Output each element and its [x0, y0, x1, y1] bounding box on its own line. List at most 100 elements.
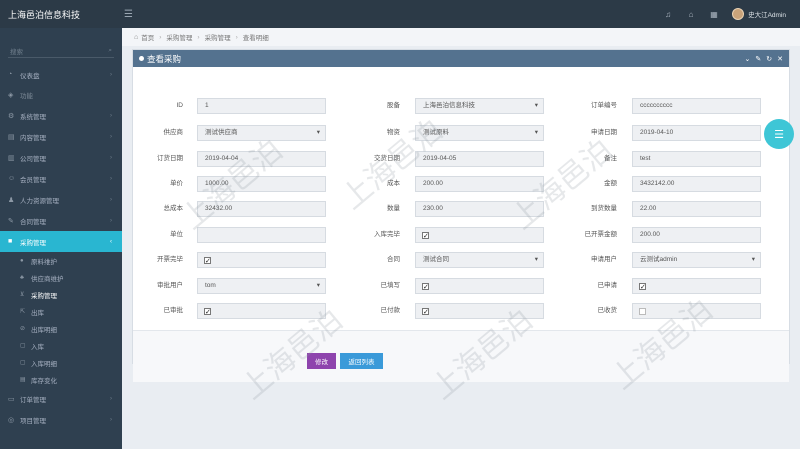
chevron-right-icon: ›	[110, 71, 112, 78]
arrived-qty-field[interactable]: 22.00	[632, 201, 761, 217]
chevron-right-icon: ›	[110, 154, 112, 161]
amount-field[interactable]: 3432142.00	[632, 176, 761, 192]
home-icon[interactable]: ⌂	[134, 34, 138, 41]
cost-label: 成本	[387, 180, 400, 187]
sidebar-section-function: ◈ 功能	[0, 85, 122, 105]
applied-checkbox[interactable]	[639, 281, 646, 295]
avatar	[732, 8, 745, 20]
cost-field[interactable]: 200.00	[415, 176, 544, 192]
reviewed-checkbox[interactable]	[204, 306, 211, 320]
applicant-select[interactable]: 云测试admin	[632, 252, 761, 268]
sidebar-subitem-supplier[interactable]: ♣ 供应商维护	[0, 269, 122, 286]
sidebar-item-content[interactable]: ▤ 内容管理 ›	[0, 126, 122, 147]
edit-button[interactable]: 修改	[307, 353, 336, 369]
back-to-list-button[interactable]: 返回列表	[340, 353, 383, 369]
edit-icon[interactable]: ✎	[755, 55, 761, 63]
menu-toggle-icon[interactable]: ☰	[124, 9, 133, 20]
contract-icon: ✎	[8, 217, 14, 225]
user-menu[interactable]: 史大江Admin	[732, 8, 786, 20]
sidebar-item-member[interactable]: ☺ 会员管理 ›	[0, 168, 122, 189]
reviewer-select[interactable]: tom	[197, 278, 326, 294]
delivery-date-field[interactable]: 2019-04-05	[415, 151, 544, 167]
sidebar-subitem-label: 库存变化	[31, 377, 57, 385]
cart-icon: ⊻	[20, 292, 25, 298]
sidebar-item-project[interactable]: ◎ 项目管理 ›	[0, 409, 122, 430]
invoiced-amount-field[interactable]: 200.00	[632, 227, 761, 243]
sidebar-subitem-purchase[interactable]: ⊻ 采购管理	[0, 286, 122, 303]
outbound-detail-icon: ⊘	[20, 326, 26, 332]
stocked-checkbox[interactable]	[422, 230, 429, 244]
remark-label: 备注	[604, 155, 617, 162]
applied-field	[632, 278, 761, 295]
supplier-icon: ♣	[20, 274, 24, 281]
refresh-icon[interactable]: ↻	[766, 55, 772, 63]
chevron-right-icon: ›	[110, 395, 112, 402]
sidebar-item-dashboard[interactable]: ◔ 仪表盘 ›	[0, 64, 122, 85]
order-icon: ▭	[8, 395, 15, 403]
app-title: 上海邑泊信息科技	[8, 9, 81, 20]
material-label: 物资	[387, 129, 400, 136]
filled-checkbox[interactable]	[422, 281, 429, 295]
sidebar-subitem-inbound[interactable]: ▢ 入库	[0, 337, 122, 354]
sidebar-subitem-stock[interactable]: ▤ 库存变化	[0, 371, 122, 388]
reviewed-field	[197, 303, 326, 320]
collapse-icon[interactable]: ⌄	[745, 55, 751, 63]
breadcrumb-item-current: 查看明细	[242, 35, 269, 42]
order-no-field: cccccccccc	[632, 98, 761, 114]
home-icon[interactable]: ⌂	[686, 9, 696, 19]
stocked-label: 入库完毕	[374, 231, 400, 238]
search-icon[interactable]: ⌕	[108, 47, 112, 55]
unit-field[interactable]	[197, 227, 326, 243]
sidebar-item-label: 系统管理	[20, 113, 46, 121]
received-label: 已收货	[597, 307, 618, 314]
sidebar-item-company[interactable]: ▥ 公司管理 ›	[0, 147, 122, 168]
breadcrumb-item[interactable]: 采购管理	[205, 32, 231, 42]
contract-select[interactable]: 测试合同	[415, 252, 544, 268]
sidebar-item-purchase[interactable]: ■ 采购管理 ‹	[0, 231, 122, 252]
sidebar-item-label: 内容管理	[20, 134, 46, 142]
unit-price-field[interactable]: 1000.00	[197, 176, 326, 192]
calendar-icon[interactable]: ▦	[709, 9, 719, 19]
purchase-detail-panel: 查看采购 ⌄ ✎ ↻ ✕ ID 1 股备 上海邑泊信息科技 订单编号 ccccc…	[132, 49, 790, 382]
close-icon[interactable]: ✕	[777, 55, 783, 63]
sidebar-subitem-label: 出库明细	[31, 326, 57, 334]
material-select[interactable]: 测试原料	[415, 125, 544, 141]
invoice-done-checkbox[interactable]	[204, 255, 211, 269]
sidebar-subitem-inbound-detail[interactable]: ▢ 入库明细	[0, 354, 122, 371]
company-label: 股备	[387, 102, 400, 109]
received-checkbox[interactable]	[639, 308, 646, 315]
apply-date-field[interactable]: 2019-04-10	[632, 125, 761, 141]
breadcrumb-item[interactable]: 首页	[141, 32, 154, 42]
supplier-select[interactable]: 测试供应商	[197, 125, 326, 141]
sidebar-item-label: 人力资源管理	[20, 197, 59, 205]
reviewed-label: 已审批	[163, 307, 184, 314]
sidebar-search[interactable]: 搜索 ⌕	[8, 44, 114, 58]
bell-icon[interactable]: ♫	[663, 9, 673, 19]
sidebar-item-hr[interactable]: ♟ 人力资源管理 ›	[0, 189, 122, 210]
total-cost-field[interactable]: 32432.00	[197, 201, 326, 217]
chevron-right-icon: ›	[110, 196, 112, 203]
paid-checkbox[interactable]	[422, 306, 429, 320]
breadcrumb-item[interactable]: 采购管理	[166, 32, 192, 42]
received-field	[632, 303, 761, 319]
form-body: ID 1 股备 上海邑泊信息科技 订单编号 cccccccccc 供应商 测试供…	[133, 67, 789, 382]
sidebar-item-system[interactable]: ⚙ 系统管理 ›	[0, 105, 122, 126]
floating-menu-button[interactable]: ☰	[764, 119, 794, 149]
sidebar-item-contract[interactable]: ✎ 合同管理 ›	[0, 210, 122, 231]
sidebar-item-label: 项目管理	[20, 417, 46, 425]
hr-icon: ♟	[8, 196, 15, 204]
sidebar-subitem-outbound-detail[interactable]: ⊘ 出库明细	[0, 320, 122, 337]
user-name: 史大江Admin	[748, 12, 786, 19]
material-icon: ●	[20, 257, 24, 264]
order-date-field[interactable]: 2019-04-04	[197, 151, 326, 167]
sidebar-subitem-outbound[interactable]: ⇱ 出库	[0, 303, 122, 320]
stock-icon: ▤	[20, 377, 26, 383]
sidebar-subitem-material[interactable]: ● 原料维护	[0, 252, 122, 269]
sidebar-item-order[interactable]: ▭ 订单管理 ›	[0, 388, 122, 409]
remark-field[interactable]: test	[632, 151, 761, 167]
company-select[interactable]: 上海邑泊信息科技	[415, 98, 544, 114]
sidebar-item-label: 采购管理	[20, 239, 46, 247]
reviewer-label: 审批用户	[157, 282, 183, 289]
chevron-right-icon: ›	[110, 416, 112, 423]
quantity-field[interactable]: 230.00	[415, 201, 544, 217]
